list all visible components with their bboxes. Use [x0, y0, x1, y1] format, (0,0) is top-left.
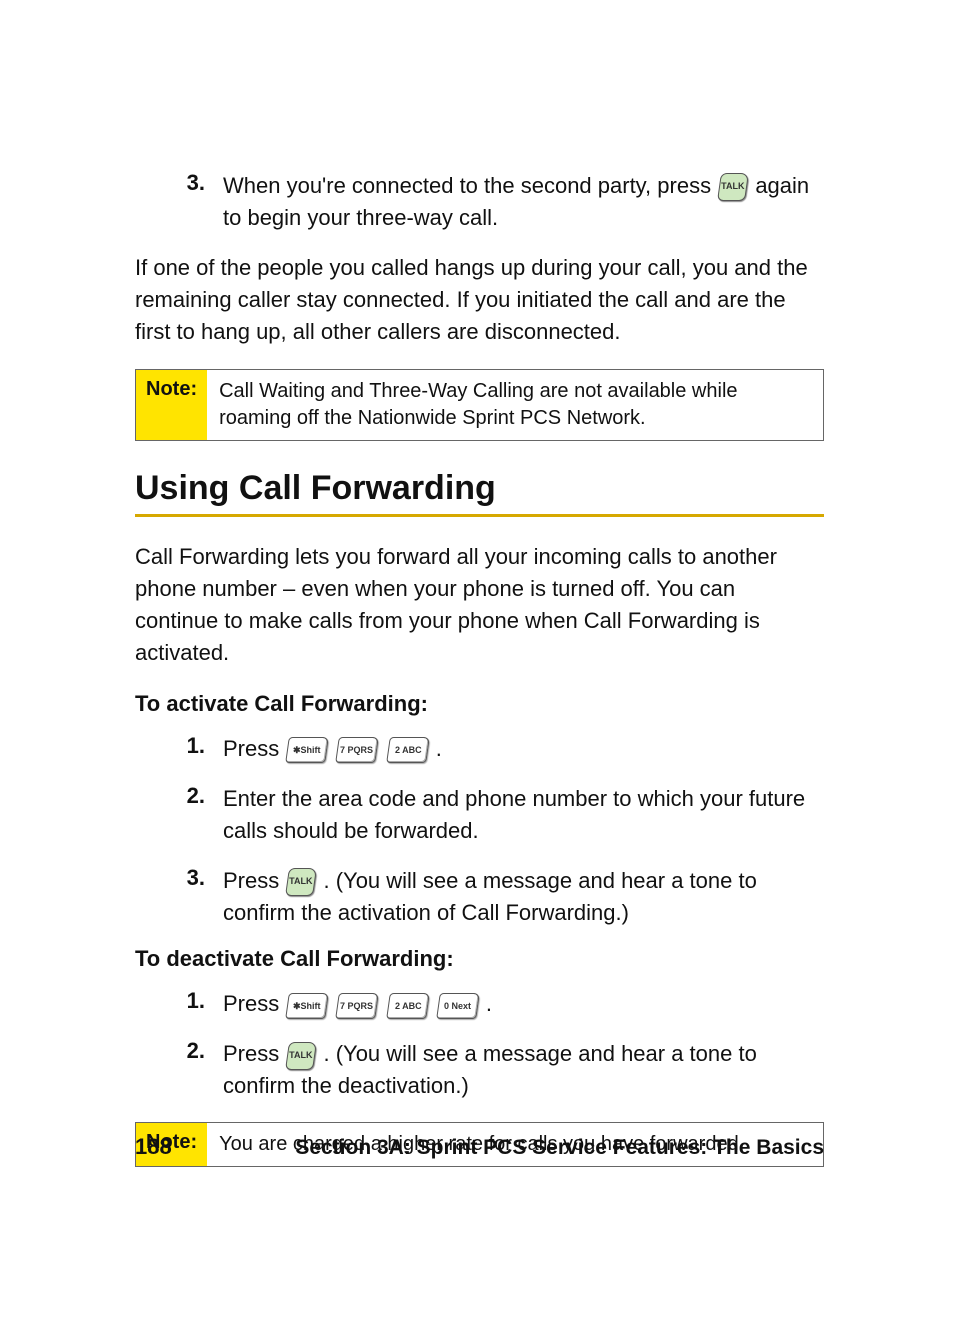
- hangup-paragraph: If one of the people you called hangs up…: [135, 252, 824, 348]
- page-number: 188: [135, 1134, 172, 1160]
- text-fragment: Press: [223, 1041, 285, 1066]
- step-text: When you're connected to the second part…: [223, 170, 824, 234]
- star-key-icon: ✱Shift: [286, 993, 330, 1019]
- activate-step-3: 3. Press TALK . (You will see a message …: [169, 865, 824, 929]
- activate-subhead: To activate Call Forwarding:: [135, 691, 824, 717]
- section-heading: Using Call Forwarding: [135, 469, 824, 508]
- step-text: Press TALK . (You will see a message and…: [223, 865, 824, 929]
- two-key-icon: 2 ABC: [386, 737, 430, 763]
- step-text: Press TALK . (You will see a message and…: [223, 1038, 824, 1102]
- text-fragment: Press: [223, 736, 285, 761]
- text-fragment: .: [436, 736, 442, 761]
- footer-title: Section 3A: Sprint PCS Service Features:…: [295, 1136, 824, 1160]
- two-key-icon: 2 ABC: [386, 993, 430, 1019]
- step-number: 1.: [169, 988, 205, 1014]
- step-text: Enter the area code and phone number to …: [223, 783, 824, 847]
- talk-key-icon: TALK: [717, 173, 749, 201]
- note-text: Call Waiting and Three-Way Calling are n…: [207, 370, 823, 440]
- deactivate-step-1: 1. Press ✱Shift 7 PQRS 2 ABC 0 Next .: [169, 988, 824, 1020]
- step-text: Press ✱Shift 7 PQRS 2 ABC .: [223, 733, 824, 765]
- talk-key-icon: TALK: [285, 868, 317, 896]
- activate-step-2: 2. Enter the area code and phone number …: [169, 783, 824, 847]
- seven-key-icon: 7 PQRS: [336, 993, 380, 1019]
- step-number: 1.: [169, 733, 205, 759]
- heading-rule: [135, 514, 824, 517]
- text-fragment: .: [486, 991, 492, 1016]
- step-text: Press ✱Shift 7 PQRS 2 ABC 0 Next .: [223, 988, 824, 1020]
- page-footer: 188 Section 3A: Sprint PCS Service Featu…: [135, 1134, 824, 1160]
- deactivate-subhead: To deactivate Call Forwarding:: [135, 946, 824, 972]
- note-box-roaming: Note: Call Waiting and Three-Way Calling…: [135, 369, 824, 441]
- star-key-icon: ✱Shift: [286, 737, 330, 763]
- activate-step-1: 1. Press ✱Shift 7 PQRS 2 ABC .: [169, 733, 824, 765]
- note-label: Note:: [136, 370, 207, 440]
- seven-key-icon: 7 PQRS: [336, 737, 380, 763]
- forwarding-paragraph: Call Forwarding lets you forward all you…: [135, 541, 824, 669]
- deactivate-step-2: 2. Press TALK . (You will see a message …: [169, 1038, 824, 1102]
- talk-key-icon: TALK: [285, 1042, 317, 1070]
- step-number: 3.: [169, 865, 205, 891]
- step-number: 2.: [169, 1038, 205, 1064]
- text-fragment: When you're connected to the second part…: [223, 173, 717, 198]
- text-fragment: Press: [223, 868, 285, 893]
- step-number: 3.: [169, 170, 205, 196]
- zero-key-icon: 0 Next: [436, 993, 480, 1019]
- text-fragment: Press: [223, 991, 285, 1016]
- step-3-threeway: 3. When you're connected to the second p…: [169, 170, 824, 234]
- step-number: 2.: [169, 783, 205, 809]
